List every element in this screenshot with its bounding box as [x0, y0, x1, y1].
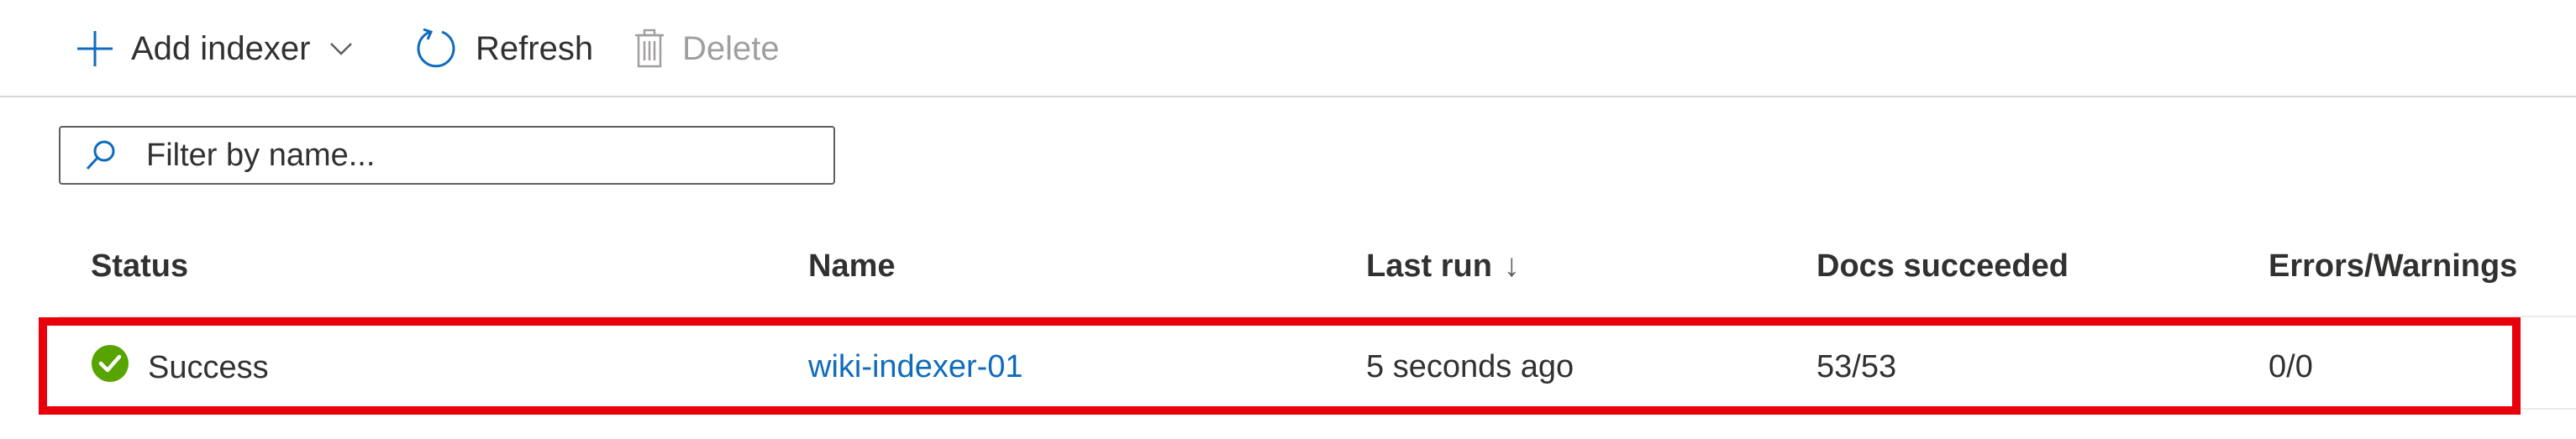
filter-box: [59, 126, 835, 185]
plus-icon: [74, 28, 116, 70]
column-header-status[interactable]: Status: [91, 248, 188, 285]
add-indexer-button[interactable]: Add indexer: [74, 24, 354, 74]
chevron-down-icon[interactable]: [329, 36, 354, 61]
column-header-last-run[interactable]: Last run ↓: [1366, 248, 1520, 285]
indexer-name-link[interactable]: wiki-indexer-01: [808, 349, 1023, 385]
last-run-value: 5 seconds ago: [1366, 349, 1575, 384]
add-indexer-label: Add indexer: [131, 29, 311, 67]
sort-descending-icon: ↓: [1503, 248, 1520, 284]
refresh-icon: [413, 25, 460, 72]
column-header-name[interactable]: Name: [808, 248, 896, 285]
delete-button[interactable]: Delete: [632, 24, 780, 74]
errors-warnings-value: 0/0: [2268, 349, 2313, 384]
command-bar: Add indexer Refresh Delete: [0, 0, 2576, 97]
docs-succeeded-value: 53/53: [1816, 349, 1897, 384]
column-header-docs-succeeded[interactable]: Docs succeeded: [1816, 248, 2069, 285]
row-divider: [59, 408, 2576, 410]
header-divider: [59, 316, 2576, 317]
trash-icon: [632, 28, 667, 70]
success-check-icon: [91, 344, 129, 391]
status-text: Success: [148, 349, 269, 385]
status-cell: Success: [91, 344, 269, 391]
column-header-last-run-label: Last run: [1366, 248, 1492, 284]
refresh-label: Refresh: [476, 29, 594, 67]
refresh-button[interactable]: Refresh: [413, 24, 593, 74]
delete-label: Delete: [682, 29, 780, 67]
column-header-errors-warnings[interactable]: Errors/Warnings: [2268, 248, 2517, 285]
highlight-box: [39, 317, 2521, 415]
search-icon: [84, 138, 118, 172]
filter-input[interactable]: [146, 137, 785, 174]
